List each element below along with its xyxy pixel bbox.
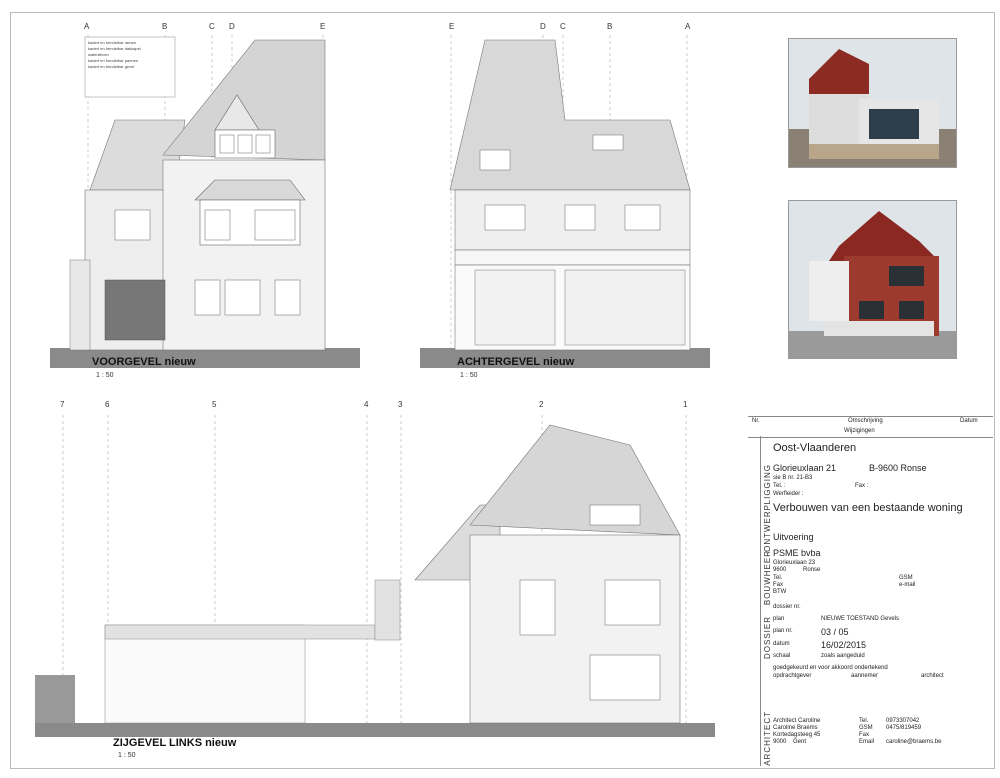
side-grid-2: 2 — [539, 400, 544, 409]
revisions-header: Nr. Omschrijving Datum Wijzigingen — [748, 416, 993, 438]
back-grid-e: E — [449, 22, 455, 31]
back-grid-a: A — [685, 22, 691, 31]
region: Oost-Vlaanderen — [773, 442, 857, 454]
back-grid-d: D — [540, 22, 546, 31]
front-grid-e: E — [320, 22, 326, 31]
project-title: Verbouwen van een bestaande woning — [773, 502, 963, 514]
side-grid-4: 4 — [364, 400, 369, 409]
approval-text: goedgekeurd en voor akkoord ondertekend — [773, 665, 888, 671]
plan-nr-label: plan nr. — [773, 628, 793, 634]
dossier-nr-label: dossier nr. — [773, 604, 801, 610]
front-view-title: VOORGEVEL nieuw — [92, 356, 196, 368]
owner-gsm: GSM — [899, 575, 913, 581]
owner-btw: BTW — [773, 589, 787, 595]
side-elevation-drawing — [35, 415, 715, 737]
parcel: sie B nr. 21-B3 — [773, 475, 813, 481]
render-rear-view — [788, 38, 957, 168]
arch-city: Gent — [793, 739, 807, 745]
front-grid-a: A — [84, 22, 90, 31]
owner-name: PSME bvba — [773, 548, 821, 558]
plan-nr: 03 / 05 — [821, 627, 849, 637]
side-view-title: ZIJGEVEL LINKS nieuw — [113, 737, 237, 749]
arch-gsm: 0475/819459 — [886, 725, 922, 731]
datum: 16/02/2015 — [821, 640, 867, 650]
dossier-label: DOSSIER — [763, 616, 772, 660]
datum-label: datum — [773, 641, 790, 647]
arch-gsm-label: GSM — [859, 725, 873, 731]
city: B-9600 Ronse — [869, 463, 927, 473]
front-view-scale: 1 : 50 — [96, 372, 114, 379]
arch-zip: 9000 — [773, 739, 787, 745]
architect-label: ARCHITECT — [763, 711, 772, 766]
side-ground — [35, 723, 715, 737]
arch-email-label: Email — [859, 739, 875, 745]
side-grid-1: 1 — [683, 400, 688, 409]
owner-email: e-mail — [899, 582, 916, 588]
front-grid-c: C — [209, 22, 215, 31]
back-grid-b: B — [607, 22, 613, 31]
front-elevation-drawing — [50, 35, 360, 368]
arch-tel-label: Tel. — [859, 718, 869, 724]
fax-label: Fax : — [855, 483, 869, 489]
schaal-label: schaal — [773, 653, 791, 659]
owner-tel: Tel. — [773, 575, 783, 581]
address: Glorieuxlaan 21 — [773, 463, 837, 473]
revisions-description: Omschrijving — [848, 418, 883, 424]
owner-zip: 9600 — [773, 567, 787, 573]
arch-fax-label: Fax — [859, 732, 870, 738]
sig-aannemer: aannemer — [851, 673, 879, 679]
side-grid-7: 7 — [60, 400, 65, 409]
drawing-sheet: A B C D E kadert en hendelbar ramen kade… — [0, 0, 1000, 778]
back-grid-c: C — [560, 22, 566, 31]
ligging-label: LIGGING — [763, 464, 772, 505]
render-front-view — [788, 200, 957, 359]
plan-value: NIEUWE TOESTAND Gevels — [821, 616, 900, 622]
werfleider-label: Werfleider : — [773, 491, 804, 497]
revisions-title: Wijzigingen — [844, 428, 875, 434]
front-grid-b: B — [162, 22, 168, 31]
back-view-scale: 1 : 50 — [460, 372, 478, 379]
back-view-title: ACHTERGEVEL nieuw — [457, 356, 575, 368]
arch-street: Kortedagsteeg 45 — [773, 732, 821, 738]
arch-name: Architect Caroline — [773, 718, 821, 724]
schaal: zoals aangeduid — [821, 653, 865, 659]
title-block: Oost-Vlaanderen LIGGING Glorieuxlaan 21 … — [760, 436, 973, 766]
owner-address: Glorieuxlaan 23 — [773, 560, 816, 566]
ontwerp-label: ONTWERP — [763, 504, 772, 552]
bouwheer-label: BOUWHEER — [763, 550, 772, 606]
arch-name2: Caroline Braems — [773, 725, 818, 731]
front-grid-d: D — [229, 22, 235, 31]
arch-email: caroline@braems.be — [886, 739, 942, 745]
revisions-nr: Nr. — [752, 418, 760, 424]
side-grid-5: 5 — [212, 400, 217, 409]
revisions-date: Datum — [960, 418, 978, 424]
sig-architect: architect — [921, 673, 944, 679]
sig-opdrachtgever: opdrachtgever — [773, 673, 812, 679]
project-phase: Uitvoering — [773, 532, 814, 542]
front-notes: kadert en hendelbar ramen kadert en hend… — [88, 40, 174, 70]
owner-fax: Fax — [773, 582, 784, 588]
note-5: kadert en hendelbar gevel — [88, 64, 135, 69]
arch-tel: 0973307042 — [886, 718, 920, 724]
side-grid-3: 3 — [398, 400, 403, 409]
owner-city: Ronse — [803, 567, 821, 573]
tel-label: Tel. : — [773, 483, 786, 489]
side-grid-6: 6 — [105, 400, 110, 409]
side-view-scale: 1 : 50 — [118, 752, 136, 759]
plan-label: plan — [773, 616, 785, 622]
back-elevation-drawing — [420, 35, 710, 368]
